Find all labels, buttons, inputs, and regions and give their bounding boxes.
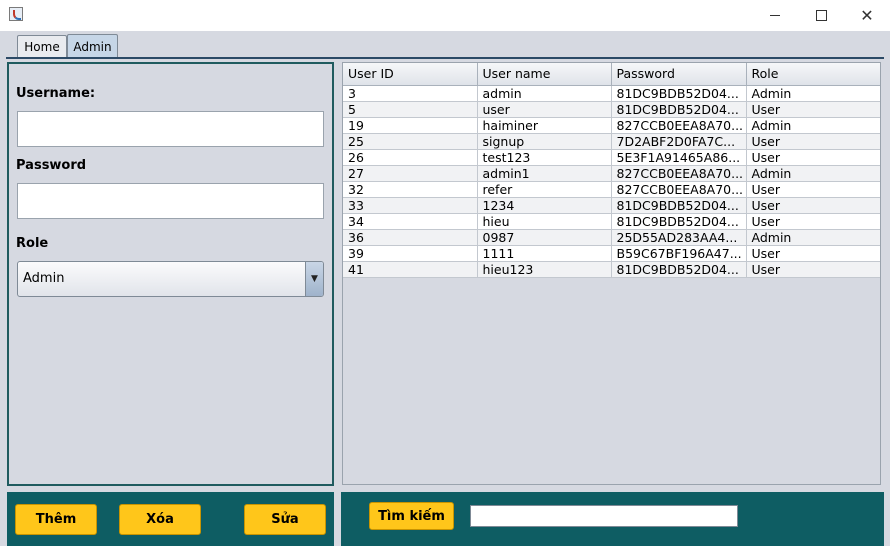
cell-user-name[interactable]: hieu123 <box>477 261 612 278</box>
minimize-button[interactable] <box>752 0 798 31</box>
cell-user-id[interactable]: 33 <box>343 197 478 214</box>
table-row[interactable]: 5 user 81DC9BDB52D04... User <box>343 101 880 118</box>
delete-button[interactable]: Xóa <box>119 504 201 535</box>
table-row[interactable]: 41 hieu123 81DC9BDB52D04... User <box>343 261 880 278</box>
cell-user-name[interactable]: 1234 <box>477 197 612 214</box>
minimize-icon <box>770 15 780 16</box>
cell-user-name[interactable]: user <box>477 101 612 118</box>
column-header-user-id[interactable]: User ID <box>343 63 478 86</box>
cell-user-name[interactable]: haiminer <box>477 117 612 134</box>
cell-role[interactable]: User <box>746 197 880 214</box>
cell-user-name[interactable]: 1111 <box>477 245 612 262</box>
table-row[interactable]: 36 0987 25D55AD283AA4... Admin <box>343 229 880 246</box>
role-selected-value: Admin <box>23 271 65 286</box>
cell-user-id[interactable]: 27 <box>343 165 478 182</box>
search-bar: Tìm kiếm <box>341 492 884 546</box>
table-body: 3 admin 81DC9BDB52D04... Admin 5 user 81DC9BDB… <box>343 85 880 278</box>
cell-role[interactable]: Admin <box>746 85 880 102</box>
cell-password[interactable]: 81DC9BDB52D04... <box>611 85 747 102</box>
cell-role[interactable]: Admin <box>746 229 880 246</box>
cell-user-name[interactable]: 0987 <box>477 229 612 246</box>
cell-password[interactable]: 81DC9BDB52D04... <box>611 101 747 118</box>
search-input[interactable] <box>470 505 738 527</box>
cell-password[interactable]: 81DC9BDB52D04... <box>611 261 747 278</box>
role-label: Role <box>16 236 49 251</box>
cell-password[interactable]: B59C67BF196A47... <box>611 245 747 262</box>
cell-user-name[interactable]: hieu <box>477 213 612 230</box>
cell-user-id[interactable]: 36 <box>343 229 478 246</box>
column-header-password[interactable]: Password <box>611 63 747 86</box>
cell-role[interactable]: Admin <box>746 165 880 182</box>
cell-user-id[interactable]: 26 <box>343 149 478 166</box>
main-content: Home Admin Username: Password Role Admin… <box>0 31 890 546</box>
cell-user-name[interactable]: admin1 <box>477 165 612 182</box>
role-select[interactable]: Admin ▼ <box>17 261 324 297</box>
cell-user-id[interactable]: 5 <box>343 101 478 118</box>
cell-role[interactable]: User <box>746 261 880 278</box>
crud-button-bar: Thêm Xóa Sửa <box>7 492 334 546</box>
cell-password[interactable]: 5E3F1A91465A86... <box>611 149 747 166</box>
users-table-panel: User ID User name Password Role 3 admin 81… <box>342 62 881 485</box>
table-row[interactable]: 33 1234 81DC9BDB52D04... User <box>343 197 880 214</box>
tab-admin[interactable]: Admin <box>67 34 118 58</box>
table-row[interactable]: 25 signup 7D2ABF2D0FA7C... User <box>343 133 880 150</box>
cell-user-name[interactable]: refer <box>477 181 612 198</box>
add-button[interactable]: Thêm <box>15 504 97 535</box>
cell-user-id[interactable]: 39 <box>343 245 478 262</box>
cell-password[interactable]: 7D2ABF2D0FA7C... <box>611 133 747 150</box>
cell-role[interactable]: User <box>746 101 880 118</box>
table-row[interactable]: 27 admin1 827CCB0EEA8A70... Admin <box>343 165 880 182</box>
java-app-icon <box>9 7 23 21</box>
close-icon: ✕ <box>860 6 874 25</box>
cell-role[interactable]: User <box>746 213 880 230</box>
cell-user-id[interactable]: 32 <box>343 181 478 198</box>
cell-password[interactable]: 827CCB0EEA8A70... <box>611 165 747 182</box>
column-header-user-name[interactable]: User name <box>477 63 612 86</box>
cell-password[interactable]: 827CCB0EEA8A70... <box>611 117 747 134</box>
search-button[interactable]: Tìm kiếm <box>369 502 454 530</box>
maximize-icon <box>815 10 827 21</box>
table-row[interactable]: 34 hieu 81DC9BDB52D04... User <box>343 213 880 230</box>
table-row[interactable]: 3 admin 81DC9BDB52D04... Admin <box>343 85 880 102</box>
table-row[interactable]: 32 refer 827CCB0EEA8A70... User <box>343 181 880 198</box>
cell-password[interactable]: 827CCB0EEA8A70... <box>611 181 747 198</box>
cell-user-id[interactable]: 25 <box>343 133 478 150</box>
cell-password[interactable]: 81DC9BDB52D04... <box>611 213 747 230</box>
column-header-role[interactable]: Role <box>746 63 880 86</box>
cell-user-id[interactable]: 19 <box>343 117 478 134</box>
cell-user-name[interactable]: test123 <box>477 149 612 166</box>
cell-role[interactable]: User <box>746 133 880 150</box>
username-input[interactable] <box>17 111 324 147</box>
cell-role[interactable]: User <box>746 245 880 262</box>
username-label: Username: <box>16 86 96 101</box>
table-header-row: User ID User name Password Role <box>343 63 880 86</box>
title-bar: ✕ <box>0 0 890 31</box>
table-row[interactable]: 39 1111 B59C67BF196A47... User <box>343 245 880 262</box>
cell-password[interactable]: 81DC9BDB52D04... <box>611 197 747 214</box>
cell-role[interactable]: User <box>746 181 880 198</box>
cell-role[interactable]: User <box>746 149 880 166</box>
tab-home[interactable]: Home <box>17 35 67 57</box>
password-input[interactable] <box>17 183 324 219</box>
maximize-button[interactable] <box>798 0 844 31</box>
table-row[interactable]: 26 test123 5E3F1A91465A86... User <box>343 149 880 166</box>
cell-user-id[interactable]: 34 <box>343 213 478 230</box>
cell-password[interactable]: 25D55AD283AA4... <box>611 229 747 246</box>
users-table: User ID User name Password Role 3 admin 81… <box>343 63 880 278</box>
password-label: Password <box>16 158 87 173</box>
close-button[interactable]: ✕ <box>844 0 890 31</box>
cell-user-name[interactable]: signup <box>477 133 612 150</box>
cell-user-id[interactable]: 41 <box>343 261 478 278</box>
cell-user-name[interactable]: admin <box>477 85 612 102</box>
table-row[interactable]: 19 haiminer 827CCB0EEA8A70... Admin <box>343 117 880 134</box>
chevron-down-icon[interactable]: ▼ <box>305 262 323 296</box>
tab-divider <box>6 57 884 59</box>
cell-user-id[interactable]: 3 <box>343 85 478 102</box>
user-form-panel: Username: Password Role Admin ▼ <box>7 62 334 486</box>
cell-role[interactable]: Admin <box>746 117 880 134</box>
edit-button[interactable]: Sửa <box>244 504 326 535</box>
